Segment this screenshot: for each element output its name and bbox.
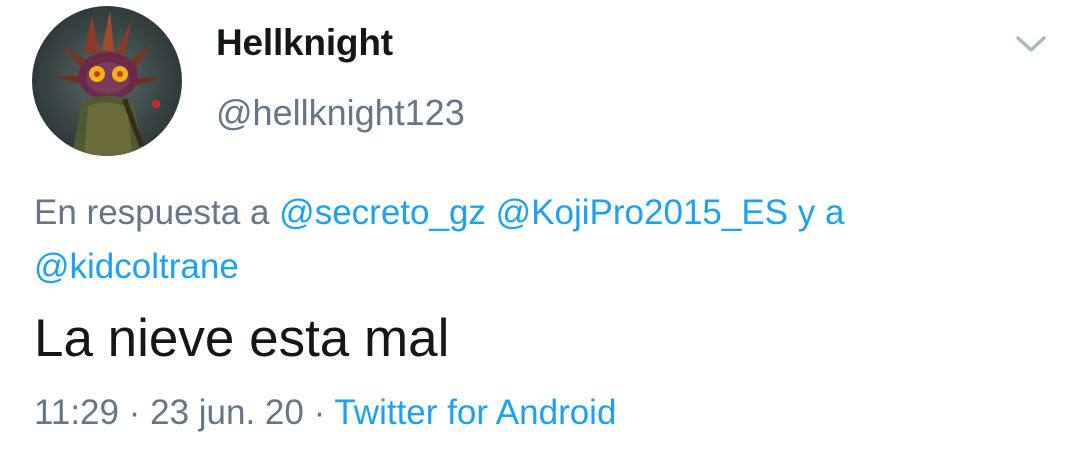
chevron-down-icon[interactable] xyxy=(1010,28,1052,60)
meta-separator: · xyxy=(128,393,141,432)
reply-context: En respuesta a @secreto_gz @KojiPro2015_… xyxy=(34,186,1044,294)
mention-link[interactable]: @kidcoltrane xyxy=(34,247,239,286)
meta-separator: · xyxy=(313,393,326,432)
avatar-image xyxy=(32,6,182,156)
display-name[interactable]: Hellknight xyxy=(216,22,393,64)
tweet-time: 11:29 xyxy=(34,393,119,432)
tweet-source-link[interactable]: Twitter for Android xyxy=(334,393,616,432)
mention-link[interactable]: @KojiPro2015_ES xyxy=(496,193,788,232)
tweet-card: Hellknight @hellknight123 En respuesta a… xyxy=(0,0,1080,473)
tweet-text: La nieve esta mal xyxy=(34,309,450,368)
tweet-meta: 11:29 · 23 jun. 20 · Twitter for Android xyxy=(34,393,616,433)
tweet-date: 23 jun. 20 xyxy=(150,393,304,432)
reply-conjunction[interactable]: y a xyxy=(798,193,845,232)
user-handle[interactable]: @hellknight123 xyxy=(216,92,465,134)
avatar[interactable] xyxy=(32,6,182,156)
reply-prefix: En respuesta a xyxy=(34,193,270,232)
mention-link[interactable]: @secreto_gz xyxy=(279,193,486,232)
